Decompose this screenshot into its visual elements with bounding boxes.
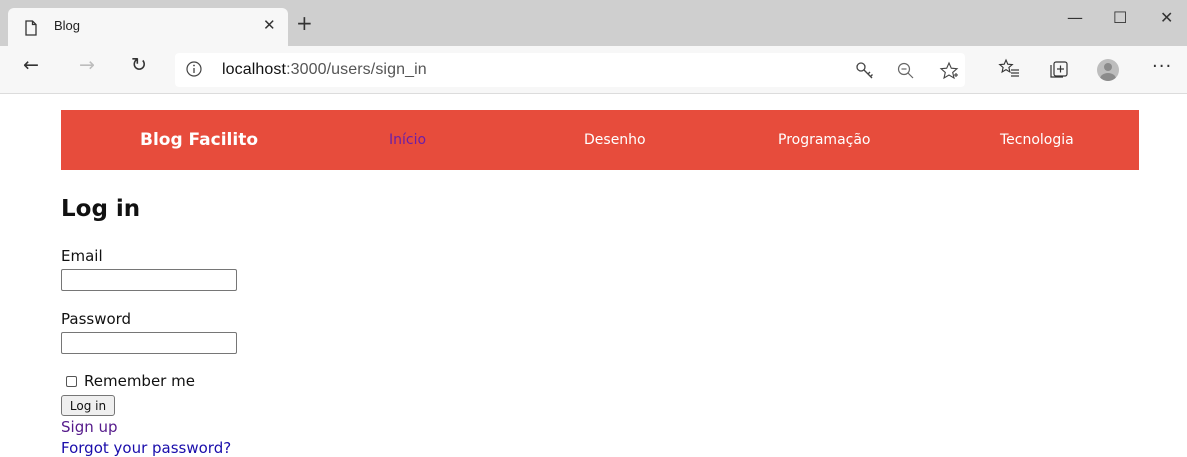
minimize-icon[interactable]: — <box>1067 8 1083 27</box>
remember-me-label: Remember me <box>84 372 195 390</box>
nav-link-programacao[interactable]: Programação <box>778 132 871 148</box>
browser-toolbar: ← → ↻ localhost:3000/users/sign_in ··· <box>0 46 1187 94</box>
info-icon[interactable] <box>185 60 203 78</box>
login-button[interactable]: Log in <box>61 395 115 416</box>
nav-link-inicio[interactable]: Início <box>389 132 426 148</box>
forgot-password-link[interactable]: Forgot your password? <box>61 439 231 457</box>
browser-tab[interactable]: Blog ✕ <box>8 8 288 46</box>
url-path: :3000/users/sign_in <box>286 61 427 78</box>
address-bar[interactable]: localhost:3000/users/sign_in <box>175 53 965 87</box>
nav-link-desenho[interactable]: Desenho <box>584 132 646 148</box>
profile-avatar-icon[interactable] <box>1097 59 1119 81</box>
url-host: localhost <box>222 61 287 78</box>
collections-icon[interactable] <box>1048 58 1070 80</box>
remember-me-checkbox[interactable] <box>66 375 77 387</box>
site-navbar: Blog Facilito Início Desenho Programação… <box>61 110 1139 170</box>
email-label: Email <box>61 247 103 265</box>
page-title: Log in <box>61 196 141 222</box>
remember-me-row: Remember me <box>66 372 195 390</box>
nav-link-tecnologia[interactable]: Tecnologia <box>1000 132 1074 148</box>
reload-icon[interactable]: ↻ <box>131 56 147 75</box>
more-options-icon[interactable]: ··· <box>1152 56 1172 77</box>
forward-icon[interactable]: → <box>79 56 95 75</box>
url-text: localhost:3000/users/sign_in <box>222 61 427 79</box>
close-window-icon[interactable]: ✕ <box>1160 8 1173 27</box>
zoom-out-icon[interactable] <box>896 61 916 81</box>
email-field[interactable] <box>61 269 237 291</box>
brand-link[interactable]: Blog Facilito <box>140 130 258 150</box>
password-field[interactable] <box>61 332 237 354</box>
page-icon <box>25 20 37 36</box>
password-label: Password <box>61 310 132 328</box>
sign-up-link[interactable]: Sign up <box>61 418 118 436</box>
favorites-list-icon[interactable] <box>998 58 1020 80</box>
favorite-star-icon[interactable] <box>939 61 959 81</box>
new-tab-icon[interactable]: + <box>296 13 313 33</box>
key-icon[interactable] <box>855 61 875 81</box>
tab-strip: Blog ✕ + — ☐ ✕ <box>0 0 1187 46</box>
tab-title: Blog <box>54 18 81 33</box>
back-icon[interactable]: ← <box>23 56 39 75</box>
maximize-icon[interactable]: ☐ <box>1113 8 1127 27</box>
tab-close-icon[interactable]: ✕ <box>263 16 276 34</box>
